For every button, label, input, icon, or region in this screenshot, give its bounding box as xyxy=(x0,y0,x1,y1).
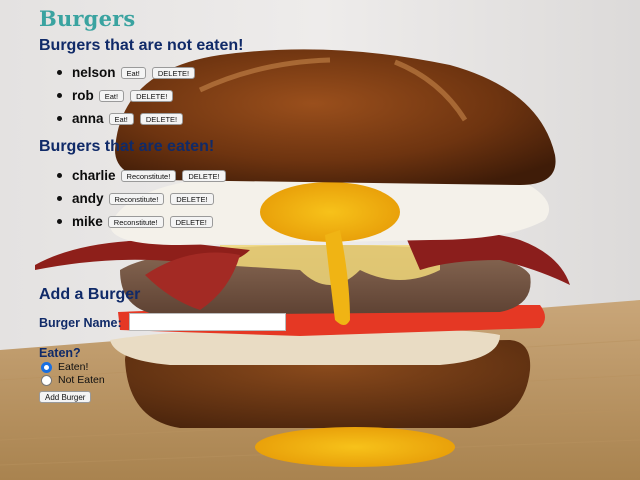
burger-name: rob xyxy=(72,88,94,103)
delete-button[interactable]: DELETE! xyxy=(130,89,174,102)
not-eaten-list: nelson Eat! DELETE! rob Eat! DELETE! ann… xyxy=(56,61,201,130)
burger-name: andy xyxy=(72,191,104,206)
delete-button[interactable]: DELETE! xyxy=(170,192,214,205)
delete-button[interactable]: DELETE! xyxy=(151,66,196,79)
eat-button[interactable]: Eat! xyxy=(120,66,146,79)
radio-eaten-label: Eaten! xyxy=(58,361,89,373)
add-burger-heading: Add a Burger xyxy=(39,286,141,303)
delete-button[interactable]: DELETE! xyxy=(182,169,226,182)
burger-name: anna xyxy=(72,111,104,126)
burger-name-label: Burger Name: xyxy=(39,316,122,330)
page-title: Burgers xyxy=(39,6,136,31)
eat-button[interactable]: Eat! xyxy=(98,89,125,102)
add-burger-button[interactable]: Add Burger xyxy=(39,391,92,403)
eaten-label: Eaten? xyxy=(39,346,81,360)
reconstitute-button[interactable]: Reconstitute! xyxy=(120,169,177,182)
eat-button[interactable]: Eat! xyxy=(108,112,134,125)
list-item: andy Reconstitute! DELETE! xyxy=(57,187,232,210)
burger-name: mike xyxy=(72,214,103,229)
reconstitute-button[interactable]: Reconstitute! xyxy=(107,215,164,228)
not-eaten-heading: Burgers that are not eaten! xyxy=(39,37,244,54)
eaten-heading: Burgers that are eaten! xyxy=(39,138,215,155)
list-item: rob Eat! DELETE! xyxy=(56,84,201,107)
list-item: mike Reconstitute! DELETE! xyxy=(57,210,232,233)
list-item: anna Eat! DELETE! xyxy=(56,107,201,130)
radio-not-eaten-label: Not Eaten xyxy=(58,374,105,386)
delete-button[interactable]: DELETE! xyxy=(139,112,184,125)
burger-name-input[interactable] xyxy=(129,313,286,331)
radio-not-eaten[interactable]: Not Eaten xyxy=(41,374,105,386)
radio-eaten[interactable]: Eaten! xyxy=(41,361,88,373)
list-item: charlie Reconstitute! DELETE! xyxy=(57,164,232,187)
delete-button[interactable]: DELETE! xyxy=(169,215,213,228)
eaten-list: charlie Reconstitute! DELETE! andy Recon… xyxy=(57,164,232,233)
reconstitute-button[interactable]: Reconstitute! xyxy=(108,192,165,205)
burger-name: nelson xyxy=(72,65,116,80)
radio-not-eaten-circle[interactable] xyxy=(41,374,52,386)
burger-name: charlie xyxy=(72,168,116,183)
radio-eaten-circle[interactable] xyxy=(41,361,52,373)
list-item: nelson Eat! DELETE! xyxy=(56,61,201,84)
